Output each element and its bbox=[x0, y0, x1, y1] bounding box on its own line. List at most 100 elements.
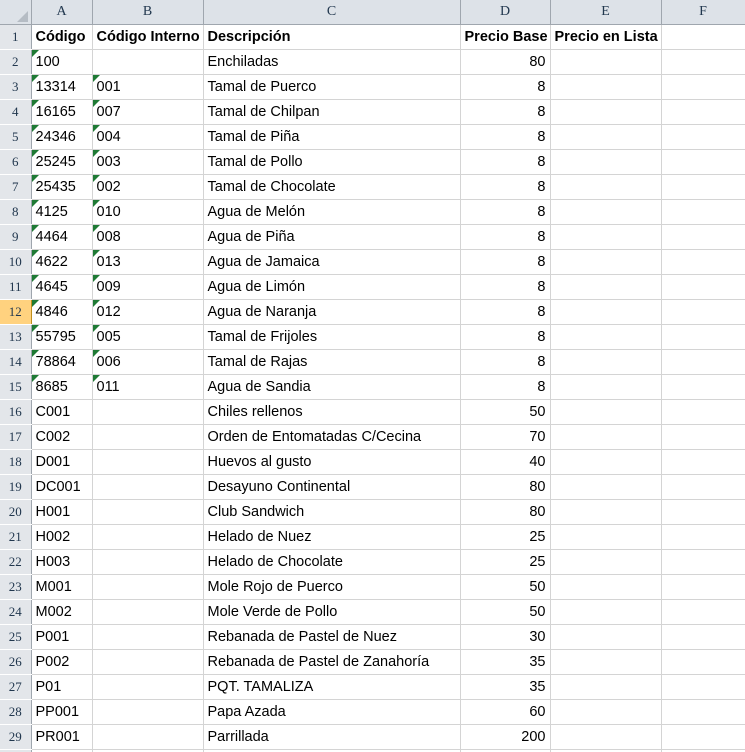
cell-F17[interactable] bbox=[661, 424, 745, 450]
cell-E26[interactable] bbox=[550, 649, 662, 675]
row-header-12[interactable]: 12 bbox=[0, 299, 32, 325]
column-header-a[interactable]: A bbox=[31, 0, 93, 25]
row-header-23[interactable]: 23 bbox=[0, 574, 32, 600]
cell-D3[interactable]: 8 bbox=[460, 74, 551, 100]
cell-D17[interactable]: 70 bbox=[460, 424, 551, 450]
cell-C9[interactable]: Agua de Piña bbox=[203, 224, 461, 250]
cell-B25[interactable] bbox=[92, 624, 204, 650]
cell-B22[interactable] bbox=[92, 549, 204, 575]
cell-F1[interactable] bbox=[661, 24, 745, 50]
cell-F18[interactable] bbox=[661, 449, 745, 475]
cell-B4[interactable]: 007 bbox=[92, 99, 204, 125]
cell-A22[interactable]: H003 bbox=[31, 549, 93, 575]
cell-F2[interactable] bbox=[661, 49, 745, 75]
column-header-d[interactable]: D bbox=[460, 0, 551, 25]
cell-B15[interactable]: 011 bbox=[92, 374, 204, 400]
cell-C5[interactable]: Tamal de Piña bbox=[203, 124, 461, 150]
cell-B7[interactable]: 002 bbox=[92, 174, 204, 200]
cell-C29[interactable]: Parrillada bbox=[203, 724, 461, 750]
cell-E16[interactable] bbox=[550, 399, 662, 425]
cell-D7[interactable]: 8 bbox=[460, 174, 551, 200]
cell-F7[interactable] bbox=[661, 174, 745, 200]
cell-C14[interactable]: Tamal de Rajas bbox=[203, 349, 461, 375]
cell-A20[interactable]: H001 bbox=[31, 499, 93, 525]
cell-C21[interactable]: Helado de Nuez bbox=[203, 524, 461, 550]
cell-D4[interactable]: 8 bbox=[460, 99, 551, 125]
cell-E2[interactable] bbox=[550, 49, 662, 75]
cell-E11[interactable] bbox=[550, 274, 662, 300]
cell-C2[interactable]: Enchiladas bbox=[203, 49, 461, 75]
cell-E17[interactable] bbox=[550, 424, 662, 450]
cell-D11[interactable]: 8 bbox=[460, 274, 551, 300]
cell-E14[interactable] bbox=[550, 349, 662, 375]
cell-F16[interactable] bbox=[661, 399, 745, 425]
row-header-19[interactable]: 19 bbox=[0, 474, 32, 500]
cell-E10[interactable] bbox=[550, 249, 662, 275]
cell-B24[interactable] bbox=[92, 599, 204, 625]
cell-E23[interactable] bbox=[550, 574, 662, 600]
cell-D28[interactable]: 60 bbox=[460, 699, 551, 725]
cell-A5[interactable]: 24346 bbox=[31, 124, 93, 150]
row-header-17[interactable]: 17 bbox=[0, 424, 32, 450]
cell-E18[interactable] bbox=[550, 449, 662, 475]
row-header-26[interactable]: 26 bbox=[0, 649, 32, 675]
cell-D2[interactable]: 80 bbox=[460, 49, 551, 75]
cell-A23[interactable]: M001 bbox=[31, 574, 93, 600]
cell-E20[interactable] bbox=[550, 499, 662, 525]
cell-F20[interactable] bbox=[661, 499, 745, 525]
cell-D8[interactable]: 8 bbox=[460, 199, 551, 225]
cell-C15[interactable]: Agua de Sandia bbox=[203, 374, 461, 400]
cell-C25[interactable]: Rebanada de Pastel de Nuez bbox=[203, 624, 461, 650]
cell-C13[interactable]: Tamal de Frijoles bbox=[203, 324, 461, 350]
cell-F22[interactable] bbox=[661, 549, 745, 575]
cell-D21[interactable]: 25 bbox=[460, 524, 551, 550]
row-header-24[interactable]: 24 bbox=[0, 599, 32, 625]
cell-B21[interactable] bbox=[92, 524, 204, 550]
cell-F19[interactable] bbox=[661, 474, 745, 500]
cell-B20[interactable] bbox=[92, 499, 204, 525]
cell-C26[interactable]: Rebanada de Pastel de Zanahoría bbox=[203, 649, 461, 675]
cell-C12[interactable]: Agua de Naranja bbox=[203, 299, 461, 325]
cell-C8[interactable]: Agua de Melón bbox=[203, 199, 461, 225]
cell-F24[interactable] bbox=[661, 599, 745, 625]
column-header-b[interactable]: B bbox=[92, 0, 204, 25]
cell-B26[interactable] bbox=[92, 649, 204, 675]
cell-E24[interactable] bbox=[550, 599, 662, 625]
cell-F25[interactable] bbox=[661, 624, 745, 650]
cell-D14[interactable]: 8 bbox=[460, 349, 551, 375]
cell-D9[interactable]: 8 bbox=[460, 224, 551, 250]
cell-A24[interactable]: M002 bbox=[31, 599, 93, 625]
cell-E19[interactable] bbox=[550, 474, 662, 500]
cell-E5[interactable] bbox=[550, 124, 662, 150]
cell-E27[interactable] bbox=[550, 674, 662, 700]
cell-A28[interactable]: PP001 bbox=[31, 699, 93, 725]
cell-A29[interactable]: PR001 bbox=[31, 724, 93, 750]
row-header-18[interactable]: 18 bbox=[0, 449, 32, 475]
spreadsheet-grid[interactable]: A B C D E F 1 Código Código Interno Descrip… bbox=[0, 0, 745, 752]
cell-D26[interactable]: 35 bbox=[460, 649, 551, 675]
cell-B6[interactable]: 003 bbox=[92, 149, 204, 175]
cell-A14[interactable]: 78864 bbox=[31, 349, 93, 375]
column-header-f[interactable]: F bbox=[661, 0, 745, 25]
row-header-5[interactable]: 5 bbox=[0, 124, 32, 150]
cell-C4[interactable]: Tamal de Chilpan bbox=[203, 99, 461, 125]
row-header-29[interactable]: 29 bbox=[0, 724, 32, 750]
cell-F29[interactable] bbox=[661, 724, 745, 750]
column-header-e[interactable]: E bbox=[550, 0, 662, 25]
cell-E4[interactable] bbox=[550, 99, 662, 125]
cell-B9[interactable]: 008 bbox=[92, 224, 204, 250]
cell-A8[interactable]: 4125 bbox=[31, 199, 93, 225]
cell-A9[interactable]: 4464 bbox=[31, 224, 93, 250]
cell-E6[interactable] bbox=[550, 149, 662, 175]
cell-A16[interactable]: C001 bbox=[31, 399, 93, 425]
cell-F26[interactable] bbox=[661, 649, 745, 675]
cell-F5[interactable] bbox=[661, 124, 745, 150]
column-header-c[interactable]: C bbox=[203, 0, 461, 25]
cell-D27[interactable]: 35 bbox=[460, 674, 551, 700]
cell-B11[interactable]: 009 bbox=[92, 274, 204, 300]
row-header-15[interactable]: 15 bbox=[0, 374, 32, 400]
cell-B19[interactable] bbox=[92, 474, 204, 500]
cell-A21[interactable]: H002 bbox=[31, 524, 93, 550]
cell-B16[interactable] bbox=[92, 399, 204, 425]
cell-D23[interactable]: 50 bbox=[460, 574, 551, 600]
